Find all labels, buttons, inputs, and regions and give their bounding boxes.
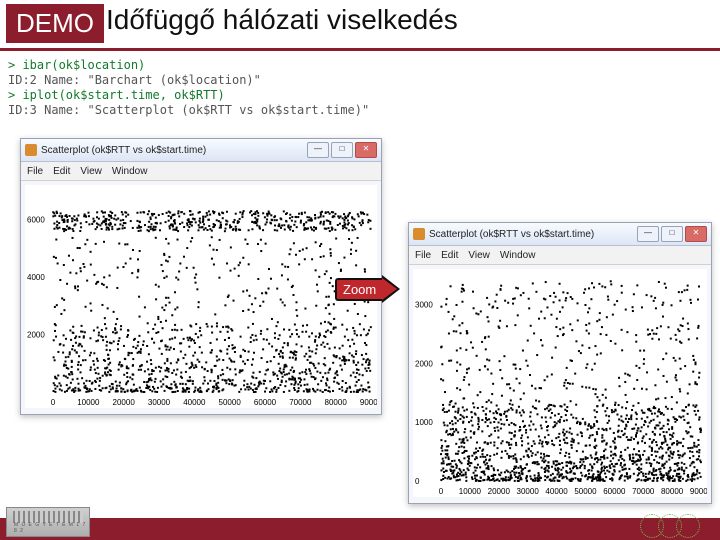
slide-footer [0,518,720,540]
svg-text:60000: 60000 [254,398,277,407]
svg-text:10000: 10000 [77,398,100,407]
svg-text:30000: 30000 [517,487,540,496]
menu-file[interactable]: File [415,250,431,261]
window-title: Scatterplot (ok$RTT vs ok$start.time) [429,229,594,240]
window-title: Scatterplot (ok$RTT vs ok$start.time) [41,145,206,156]
java-icon [413,228,425,240]
maximize-button[interactable]: □ [661,226,683,242]
svg-text:2000: 2000 [415,359,433,368]
menu-edit[interactable]: Edit [441,250,458,261]
close-button[interactable]: ✕ [685,226,707,242]
svg-text:70000: 70000 [632,487,655,496]
svg-text:1000: 1000 [415,418,433,427]
svg-text:0: 0 [415,477,420,486]
svg-text:80000: 80000 [661,487,684,496]
demo-badge: DEMO [6,4,104,43]
window-menu: File Edit View Window [409,246,711,265]
minimize-button[interactable]: — [307,142,329,158]
window-titlebar: Scatterplot (ok$RTT vs ok$start.time) — … [409,223,711,246]
zoom-label: Zoom [335,278,382,301]
svg-text:90000: 90000 [690,487,707,496]
scatter-window-full: Scatterplot (ok$RTT vs ok$start.time) — … [20,138,382,415]
svg-text:80000: 80000 [325,398,348,407]
zoom-arrow: Zoom [335,275,400,303]
slide-title: Időfüggő hálózati viselkedés [106,4,458,36]
arrow-right-icon [382,275,400,303]
svg-text:4000: 4000 [27,273,45,282]
scatter-plot-full[interactable]: 2000400060000100002000030000400005000060… [25,185,377,408]
svg-text:2000: 2000 [27,331,45,340]
svg-text:10000: 10000 [459,487,482,496]
scatter-plot-zoom[interactable]: 0100020003000010000200003000040000500006… [413,269,707,497]
seal-icon [640,514,710,536]
close-button[interactable]: ✕ [355,142,377,158]
menu-window[interactable]: Window [500,250,536,261]
menu-file[interactable]: File [27,166,43,177]
footer-caption: M Ű E G Y E T E M 1 7 8 2 [14,522,89,534]
window-titlebar: Scatterplot (ok$RTT vs ok$start.time) — … [21,139,381,162]
svg-text:0: 0 [51,398,56,407]
menu-view[interactable]: View [80,166,102,177]
scatter-window-zoom: Scatterplot (ok$RTT vs ok$start.time) — … [408,222,712,504]
svg-text:0: 0 [439,487,444,496]
svg-text:20000: 20000 [488,487,511,496]
svg-text:40000: 40000 [545,487,568,496]
java-icon [25,144,37,156]
maximize-button[interactable]: □ [331,142,353,158]
svg-text:70000: 70000 [289,398,312,407]
svg-text:90000: 90000 [360,398,377,407]
menu-window[interactable]: Window [112,166,148,177]
svg-text:30000: 30000 [148,398,171,407]
minimize-button[interactable]: — [637,226,659,242]
university-logo: M Ű E G Y E T E M 1 7 8 2 [6,507,90,537]
svg-text:6000: 6000 [27,216,45,225]
svg-text:3000: 3000 [415,300,433,309]
svg-text:60000: 60000 [603,487,626,496]
svg-text:50000: 50000 [219,398,242,407]
menu-edit[interactable]: Edit [53,166,70,177]
menu-view[interactable]: View [468,250,490,261]
svg-text:50000: 50000 [574,487,597,496]
svg-text:40000: 40000 [183,398,206,407]
svg-text:20000: 20000 [113,398,136,407]
title-bar: DEMO Időfüggő hálózati viselkedés [0,0,720,51]
window-menu: File Edit View Window [21,162,381,181]
r-console-output: > ibar(ok$location)ID:2 Name: "Barchart … [8,58,712,118]
